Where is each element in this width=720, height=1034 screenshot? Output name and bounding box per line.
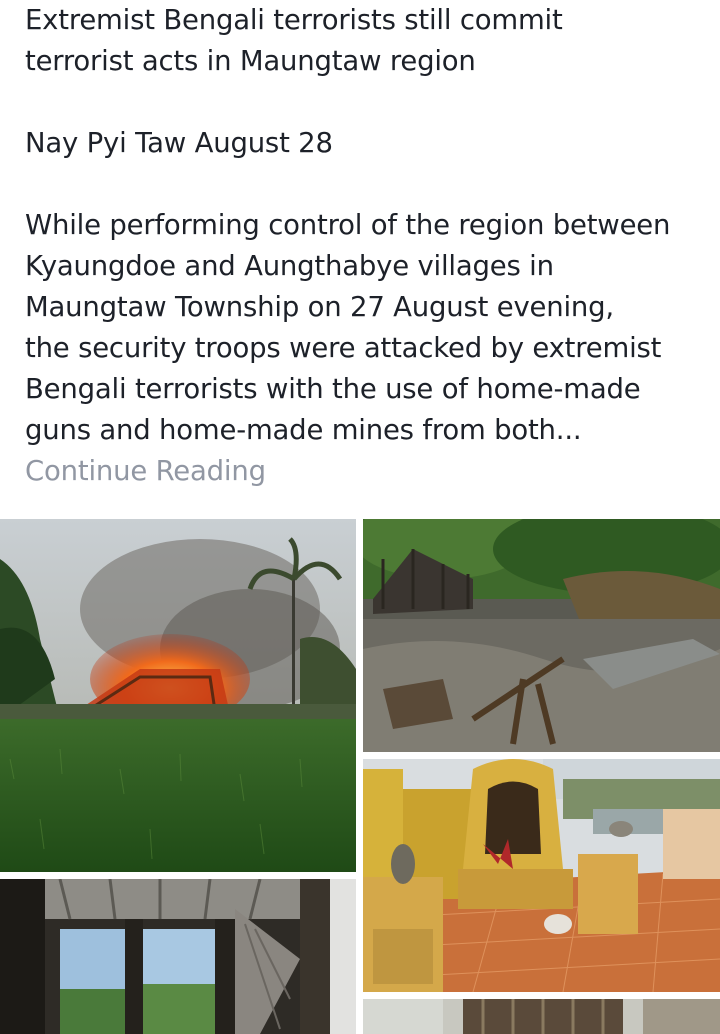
post-headline-line-1: Extremist Bengali terrorists still commi… [25,4,563,36]
post-headline-line-2: terrorist acts in Maungtaw region [25,45,476,77]
post-body-line: the security troops were attacked by ext… [25,332,662,364]
photo-partial[interactable] [363,999,720,1034]
post-dateline: Nay Pyi Taw August 28 [25,127,333,159]
post-text: Extremist Bengali terrorists still commi… [25,0,710,492]
post-body-line: Kyaungdoe and Aungthabye villages in [25,250,554,282]
post-body-line: Maungtaw Township on 27 August evening, [25,291,614,323]
photo-burning-house[interactable] [0,519,356,872]
photo-burnt-interior[interactable] [0,879,356,1034]
continue-reading-link[interactable]: Continue Reading [25,451,710,492]
post-body-line: Bengali terrorists with the use of home-… [25,373,641,405]
post-body-line: While performing control of the region b… [25,209,671,241]
post-body-line: guns and home-made mines from both... [25,414,582,446]
photo-destroyed-huts[interactable] [363,519,720,752]
photo-damaged-shrine[interactable] [363,759,720,992]
